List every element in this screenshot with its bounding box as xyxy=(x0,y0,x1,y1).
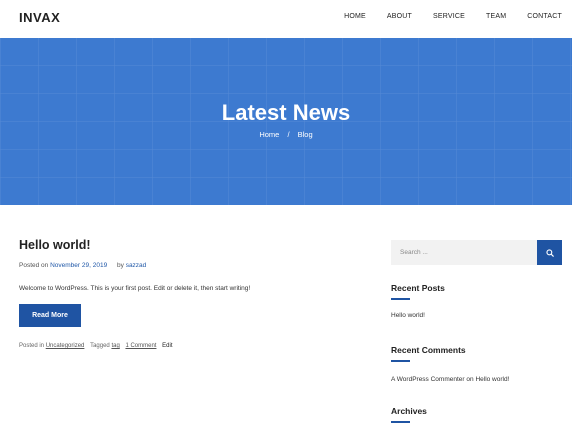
archives-underline xyxy=(391,421,410,423)
recent-posts-underline xyxy=(391,298,410,300)
post-meta: Posted on November 29, 2019 by sazzad xyxy=(19,262,146,269)
breadcrumb-separator: / xyxy=(287,130,290,139)
recent-comment-item: A WordPress Commenter on Hello world! xyxy=(391,376,509,383)
site-logo[interactable]: INVAX xyxy=(19,10,60,25)
search-box xyxy=(391,240,537,265)
main-nav: HOME ABOUT SERVICE TEAM CONTACT xyxy=(323,13,562,20)
tagged-label: Tagged xyxy=(90,343,110,349)
post-excerpt: Welcome to WordPress. This is your first… xyxy=(19,285,251,292)
nav-item-home[interactable]: HOME xyxy=(344,13,366,20)
recent-comments-title: Recent Comments xyxy=(391,345,466,355)
tag-link[interactable]: tag xyxy=(111,343,119,349)
comment-author: A WordPress Commenter xyxy=(391,376,465,383)
recent-comments-underline xyxy=(391,360,410,362)
search-button[interactable] xyxy=(537,240,562,265)
breadcrumb: Home / Blog xyxy=(0,130,572,139)
search-icon xyxy=(545,248,554,257)
post-author-link[interactable]: sazzad xyxy=(126,262,147,269)
comment-on-label: on xyxy=(466,376,474,383)
by-label: by xyxy=(117,262,124,269)
nav-item-team[interactable]: TEAM xyxy=(486,13,506,20)
comment-post-link[interactable]: Hello world! xyxy=(475,376,509,383)
nav-item-contact[interactable]: CONTACT xyxy=(527,13,562,20)
post-date-link[interactable]: November 29, 2019 xyxy=(50,262,107,269)
posted-in-label: Posted in xyxy=(19,343,45,349)
read-more-button[interactable]: Read More xyxy=(19,304,81,327)
page-hero: Latest News Home / Blog xyxy=(0,38,572,205)
archives-title: Archives xyxy=(391,406,427,416)
category-link[interactable]: Uncategorized xyxy=(46,343,85,349)
search-input[interactable] xyxy=(391,240,537,265)
breadcrumb-home-link[interactable]: Home xyxy=(259,130,279,139)
posted-on-label: Posted on xyxy=(19,262,49,269)
page-title: Latest News xyxy=(221,100,351,125)
breadcrumb-current: Blog xyxy=(297,130,313,139)
nav-item-service[interactable]: SERVICE xyxy=(433,13,465,20)
recent-post-link[interactable]: Hello world! xyxy=(391,312,425,319)
edit-link[interactable]: Edit xyxy=(162,343,172,349)
post-title-link[interactable]: Hello world! xyxy=(19,238,91,252)
nav-item-about[interactable]: ABOUT xyxy=(387,13,412,20)
recent-post-item: Hello world! xyxy=(391,312,425,319)
site-header: INVAX HOME ABOUT SERVICE TEAM CONTACT xyxy=(0,0,572,38)
recent-posts-title: Recent Posts xyxy=(391,283,445,293)
comments-link[interactable]: 1 Comment xyxy=(125,343,156,349)
post-footer: Posted in Uncategorized Tagged tag 1 Com… xyxy=(19,343,172,349)
